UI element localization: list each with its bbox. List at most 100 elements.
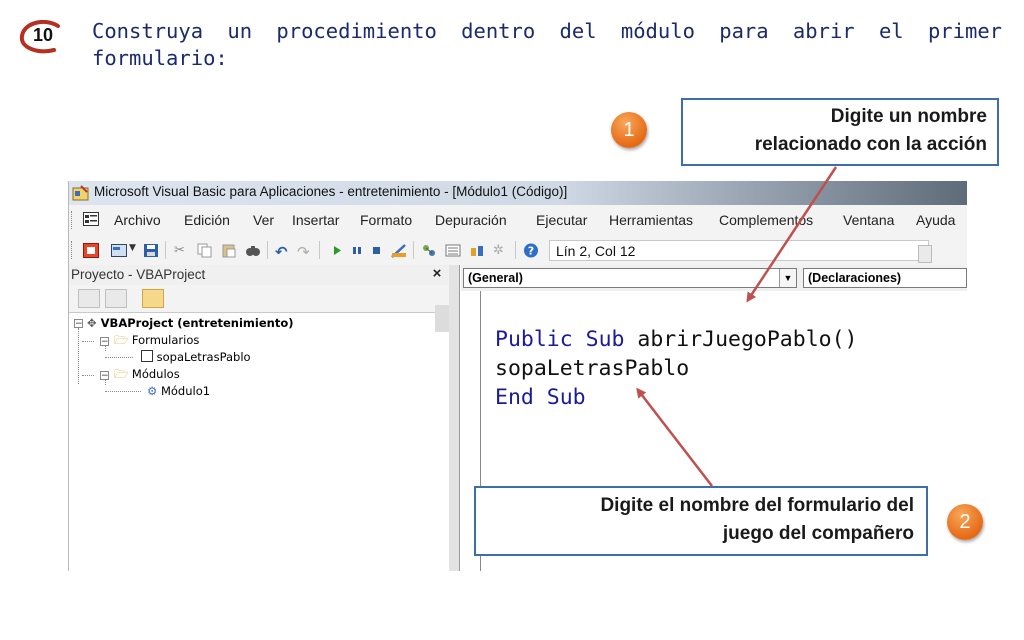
code-window-left-border bbox=[449, 265, 460, 571]
project-explorer-pane: Proyecto - VBAProject × − ✥ VBAProject (… bbox=[69, 265, 450, 571]
project-pane-toolbar bbox=[69, 285, 449, 332]
folder-icon: 🗁 bbox=[114, 367, 129, 381]
toggle-folders-button[interactable] bbox=[142, 289, 164, 308]
cut-icon[interactable]: ✂ bbox=[174, 243, 190, 258]
toolbar-separator bbox=[267, 241, 268, 259]
break-icon[interactable] bbox=[349, 243, 365, 258]
menu-insertar[interactable]: Insertar bbox=[292, 212, 339, 228]
toolbar-separator bbox=[319, 241, 320, 259]
form-name-statement: sopaLetrasPablo bbox=[495, 356, 690, 381]
menu-archivo[interactable]: Archivo bbox=[114, 212, 161, 228]
view-code-button[interactable] bbox=[78, 289, 100, 308]
tree-connector bbox=[82, 375, 94, 376]
callout-form-hint: Digite el nombre del formulario del jueg… bbox=[474, 486, 928, 556]
project-explorer-icon[interactable] bbox=[421, 243, 437, 258]
find-icon[interactable] bbox=[245, 243, 261, 258]
toolbox-icon[interactable]: ✲ bbox=[493, 243, 509, 258]
menu-formato[interactable]: Formato bbox=[360, 212, 412, 228]
run-icon[interactable] bbox=[329, 243, 345, 258]
project-pane-title: Proyecto - VBAProject bbox=[71, 267, 206, 282]
tree-node-project-label: VBAProject (entretenimiento) bbox=[100, 316, 294, 330]
reset-icon[interactable] bbox=[369, 243, 385, 258]
code-editor-text[interactable]: Public Sub abrirJuegoPablo() sopaLetrasP… bbox=[495, 325, 857, 412]
tree-node-project[interactable]: ✥ VBAProject (entretenimiento) bbox=[87, 315, 293, 332]
tree-node-forms-label: Formularios bbox=[131, 333, 200, 347]
step-marker-2: 2 bbox=[947, 504, 983, 540]
menu-grip bbox=[71, 211, 75, 229]
tree-node-module-label: Módulo1 bbox=[160, 384, 211, 398]
window-title: Microsoft Visual Basic para Aplicaciones… bbox=[94, 184, 568, 199]
vba-project-icon: ✥ bbox=[87, 316, 97, 330]
tree-node-module[interactable]: ⚙ Módulo1 bbox=[147, 383, 210, 400]
toolbar-grip bbox=[71, 241, 75, 259]
tree-connector bbox=[105, 391, 141, 392]
module-icon: ⚙ bbox=[147, 384, 158, 398]
instruction-text: Construya un procedimiento dentro del mó… bbox=[92, 19, 1002, 70]
collapse-forms-toggle[interactable]: − bbox=[100, 337, 109, 347]
insert-userform-icon[interactable] bbox=[111, 243, 127, 258]
tree-node-form-label: sopaLetrasPablo bbox=[156, 350, 251, 364]
menu-ver[interactable]: Ver bbox=[253, 212, 274, 228]
help-icon[interactable]: ? bbox=[523, 243, 539, 258]
svg-text:?: ? bbox=[528, 245, 534, 258]
procedure-combo[interactable]: (Declaraciones) bbox=[803, 268, 967, 288]
tree-node-forms-folder[interactable]: 🗁 Formularios bbox=[114, 332, 199, 349]
tree-node-modules-label: Módulos bbox=[131, 367, 180, 381]
code-keyword: Public bbox=[495, 327, 573, 352]
step-number: 10 bbox=[32, 25, 54, 45]
code-keyword: Sub bbox=[585, 327, 625, 352]
procedure-combo-value: (Declaraciones) bbox=[808, 271, 902, 285]
module-window-icon[interactable] bbox=[83, 212, 99, 226]
chevron-down-icon[interactable]: ▼ bbox=[779, 269, 796, 287]
redo-icon[interactable]: ↷ bbox=[297, 243, 313, 261]
menu-bar: Archivo Edición Ver Insertar Formato Dep… bbox=[69, 205, 967, 235]
vba-app-icon bbox=[72, 185, 89, 201]
folder-icon: 🗁 bbox=[114, 333, 129, 347]
save-icon[interactable] bbox=[143, 243, 159, 258]
userform-icon bbox=[141, 350, 153, 362]
standard-toolbar: ▼ ✂ ↶ ↷ ✲ ? Lín 2, Col 12 bbox=[69, 235, 967, 266]
cursor-position-field: Lín 2, Col 12 bbox=[549, 240, 929, 261]
paste-icon[interactable] bbox=[221, 243, 237, 258]
tree-node-form[interactable]: sopaLetrasPablo bbox=[141, 349, 251, 366]
procedure-name: abrirJuegoPablo() bbox=[637, 327, 858, 352]
collapse-modules-toggle[interactable]: − bbox=[100, 371, 109, 381]
object-browser-icon[interactable] bbox=[469, 243, 485, 258]
tree-connector bbox=[105, 357, 133, 358]
menu-ventana[interactable]: Ventana bbox=[843, 212, 894, 228]
callout-name-hint: Digite un nombre relacionado con la acci… bbox=[681, 98, 999, 166]
toolbar-separator bbox=[413, 241, 414, 259]
toolbar-separator bbox=[165, 241, 166, 259]
view-excel-icon[interactable] bbox=[83, 243, 99, 258]
tree-connector bbox=[78, 328, 79, 384]
callout-1-line2: relacionado con la acción bbox=[754, 134, 987, 155]
toolbar-options-dropdown[interactable] bbox=[918, 245, 932, 263]
menu-edicion[interactable]: Edición bbox=[184, 212, 230, 228]
menu-herramientas[interactable]: Herramientas bbox=[609, 212, 693, 228]
collapse-root-toggle[interactable]: − bbox=[74, 319, 83, 329]
menu-ayuda[interactable]: Ayuda bbox=[916, 212, 955, 228]
code-keyword: Sub bbox=[546, 385, 586, 410]
menu-depuracion[interactable]: Depuración bbox=[435, 212, 507, 228]
menu-complementos[interactable]: Complementos bbox=[719, 212, 813, 228]
object-combo-value: (General) bbox=[468, 271, 523, 285]
step-number-badge: 10 bbox=[18, 19, 66, 54]
callout-2-line2: juego del compañero bbox=[722, 523, 914, 544]
callout-2-line1: Digite el nombre del formulario del bbox=[600, 495, 914, 516]
callout-1-line1: Digite un nombre bbox=[830, 106, 987, 127]
step-marker-1: 1 bbox=[611, 112, 647, 148]
object-combo[interactable]: (General) ▼ bbox=[463, 268, 797, 288]
project-pane-scrollbar[interactable] bbox=[435, 305, 449, 332]
project-pane-header: Proyecto - VBAProject × bbox=[69, 265, 449, 285]
tree-node-modules-folder[interactable]: 🗁 Módulos bbox=[114, 366, 180, 383]
insert-dropdown-arrow-icon[interactable]: ▼ bbox=[129, 243, 136, 253]
tree-connector bbox=[82, 341, 94, 342]
copy-icon[interactable] bbox=[197, 243, 213, 258]
title-bar: Microsoft Visual Basic para Aplicaciones… bbox=[69, 181, 967, 205]
design-mode-icon[interactable] bbox=[391, 243, 407, 258]
undo-icon[interactable]: ↶ bbox=[275, 243, 291, 261]
menu-ejecutar[interactable]: Ejecutar bbox=[536, 212, 587, 228]
project-pane-close-button[interactable]: × bbox=[429, 266, 445, 282]
properties-window-icon[interactable] bbox=[445, 243, 461, 258]
view-object-button[interactable] bbox=[105, 289, 127, 308]
